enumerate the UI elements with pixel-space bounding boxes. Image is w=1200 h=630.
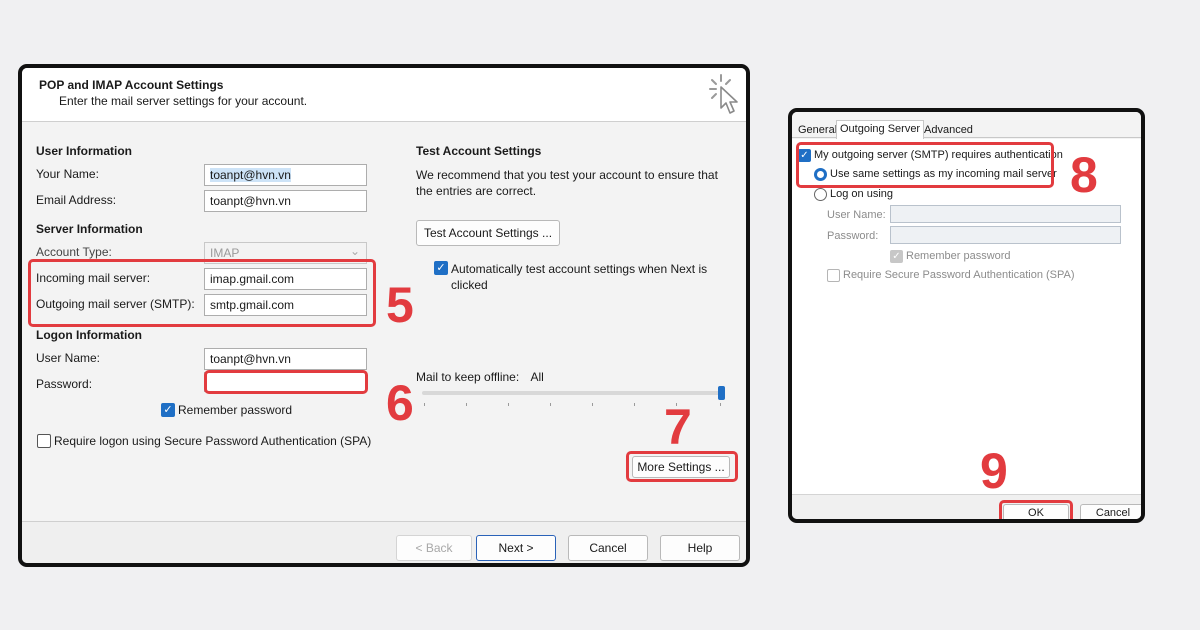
username-label: User Name: <box>36 351 101 365</box>
step-number-9: 9 <box>980 443 1008 499</box>
step-number-5: 5 <box>386 277 414 333</box>
test-description: We recommend that you test your account … <box>416 168 718 198</box>
inet-remember-checkbox[interactable]: ✓ <box>890 250 903 263</box>
offline-slider-track[interactable] <box>422 391 724 395</box>
cancel-button[interactable]: Cancel <box>568 535 648 561</box>
step-number-6: 6 <box>386 375 414 431</box>
inet-remember-label: Remember password <box>906 250 1011 262</box>
dialog-footer: < Back Next > Cancel Help <box>22 521 746 563</box>
offline-label-text: Mail to keep offline: <box>416 370 520 384</box>
your-name-label: Your Name: <box>36 167 99 181</box>
your-name-field[interactable]: toanpt@hvn.vn <box>204 164 367 186</box>
account-type-label: Account Type: <box>36 245 112 259</box>
auto-test-label: Automatically test account settings when… <box>451 262 708 292</box>
back-button[interactable]: < Back <box>396 535 472 561</box>
tab-general[interactable]: General <box>795 122 840 140</box>
cursor-click-icon <box>709 74 738 114</box>
offline-value: All <box>530 370 544 384</box>
inet-spa-checkbox[interactable] <box>827 269 840 282</box>
dialog-title: POP and IMAP Account Settings <box>39 78 224 92</box>
remember-password-checkbox[interactable]: ✓ <box>161 403 175 417</box>
email-address-field[interactable]: toanpt@hvn.vn <box>204 190 367 212</box>
chevron-down-icon: ⌄ <box>349 244 360 258</box>
test-heading: Test Account Settings <box>416 144 542 158</box>
log-on-using-radio[interactable] <box>814 188 827 201</box>
spa-checkbox[interactable] <box>37 434 51 448</box>
inet-password-field[interactable] <box>890 226 1121 244</box>
remember-password-label: Remember password <box>178 403 293 417</box>
offline-slider-thumb[interactable] <box>718 386 725 400</box>
user-info-heading: User Information <box>36 144 133 158</box>
inet-username-label: User Name: <box>827 209 886 221</box>
inet-cancel-button[interactable]: Cancel <box>1080 504 1141 519</box>
inet-username-field[interactable] <box>890 205 1121 223</box>
step-number-7: 7 <box>664 399 692 455</box>
help-button[interactable]: Help <box>660 535 740 561</box>
inet-spa-label: Require Secure Password Authentication (… <box>843 269 1075 281</box>
pop-imap-dialog: POP and IMAP Account Settings Enter the … <box>18 64 750 567</box>
email-address-label: Email Address: <box>36 193 117 207</box>
highlight-step-5 <box>28 259 376 327</box>
test-account-button[interactable]: Test Account Settings ... <box>416 220 560 246</box>
tab-outgoing-server[interactable]: Outgoing Server <box>836 120 925 139</box>
highlight-step-9 <box>999 500 1073 519</box>
next-button[interactable]: Next > <box>476 535 556 561</box>
account-type-value: IMAP <box>210 246 240 260</box>
auto-test-checkbox[interactable]: ✓ <box>434 261 448 275</box>
username-field[interactable]: toanpt@hvn.vn <box>204 348 367 370</box>
offline-label: Mail to keep offline: All <box>416 370 544 384</box>
password-label: Password: <box>36 377 93 391</box>
tab-advanced[interactable]: Advanced <box>921 122 976 140</box>
dialog-header: POP and IMAP Account Settings Enter the … <box>22 68 746 122</box>
highlight-step-6 <box>204 370 368 394</box>
your-name-value: toanpt@hvn.vn <box>210 168 291 182</box>
spa-label: Require logon using Secure Password Auth… <box>54 434 372 448</box>
step-number-8: 8 <box>1070 147 1098 203</box>
server-info-heading: Server Information <box>36 222 143 236</box>
logon-info-heading: Logon Information <box>36 328 142 342</box>
log-on-using-label: Log on using <box>830 188 893 200</box>
internet-email-settings-dialog: General Outgoing Server Advanced ✓ My ou… <box>788 108 1145 523</box>
inet-password-label: Password: <box>827 230 879 242</box>
dialog-subtitle: Enter the mail server settings for your … <box>59 94 308 108</box>
highlight-step-8 <box>796 142 1054 188</box>
highlight-step-7 <box>626 451 738 482</box>
